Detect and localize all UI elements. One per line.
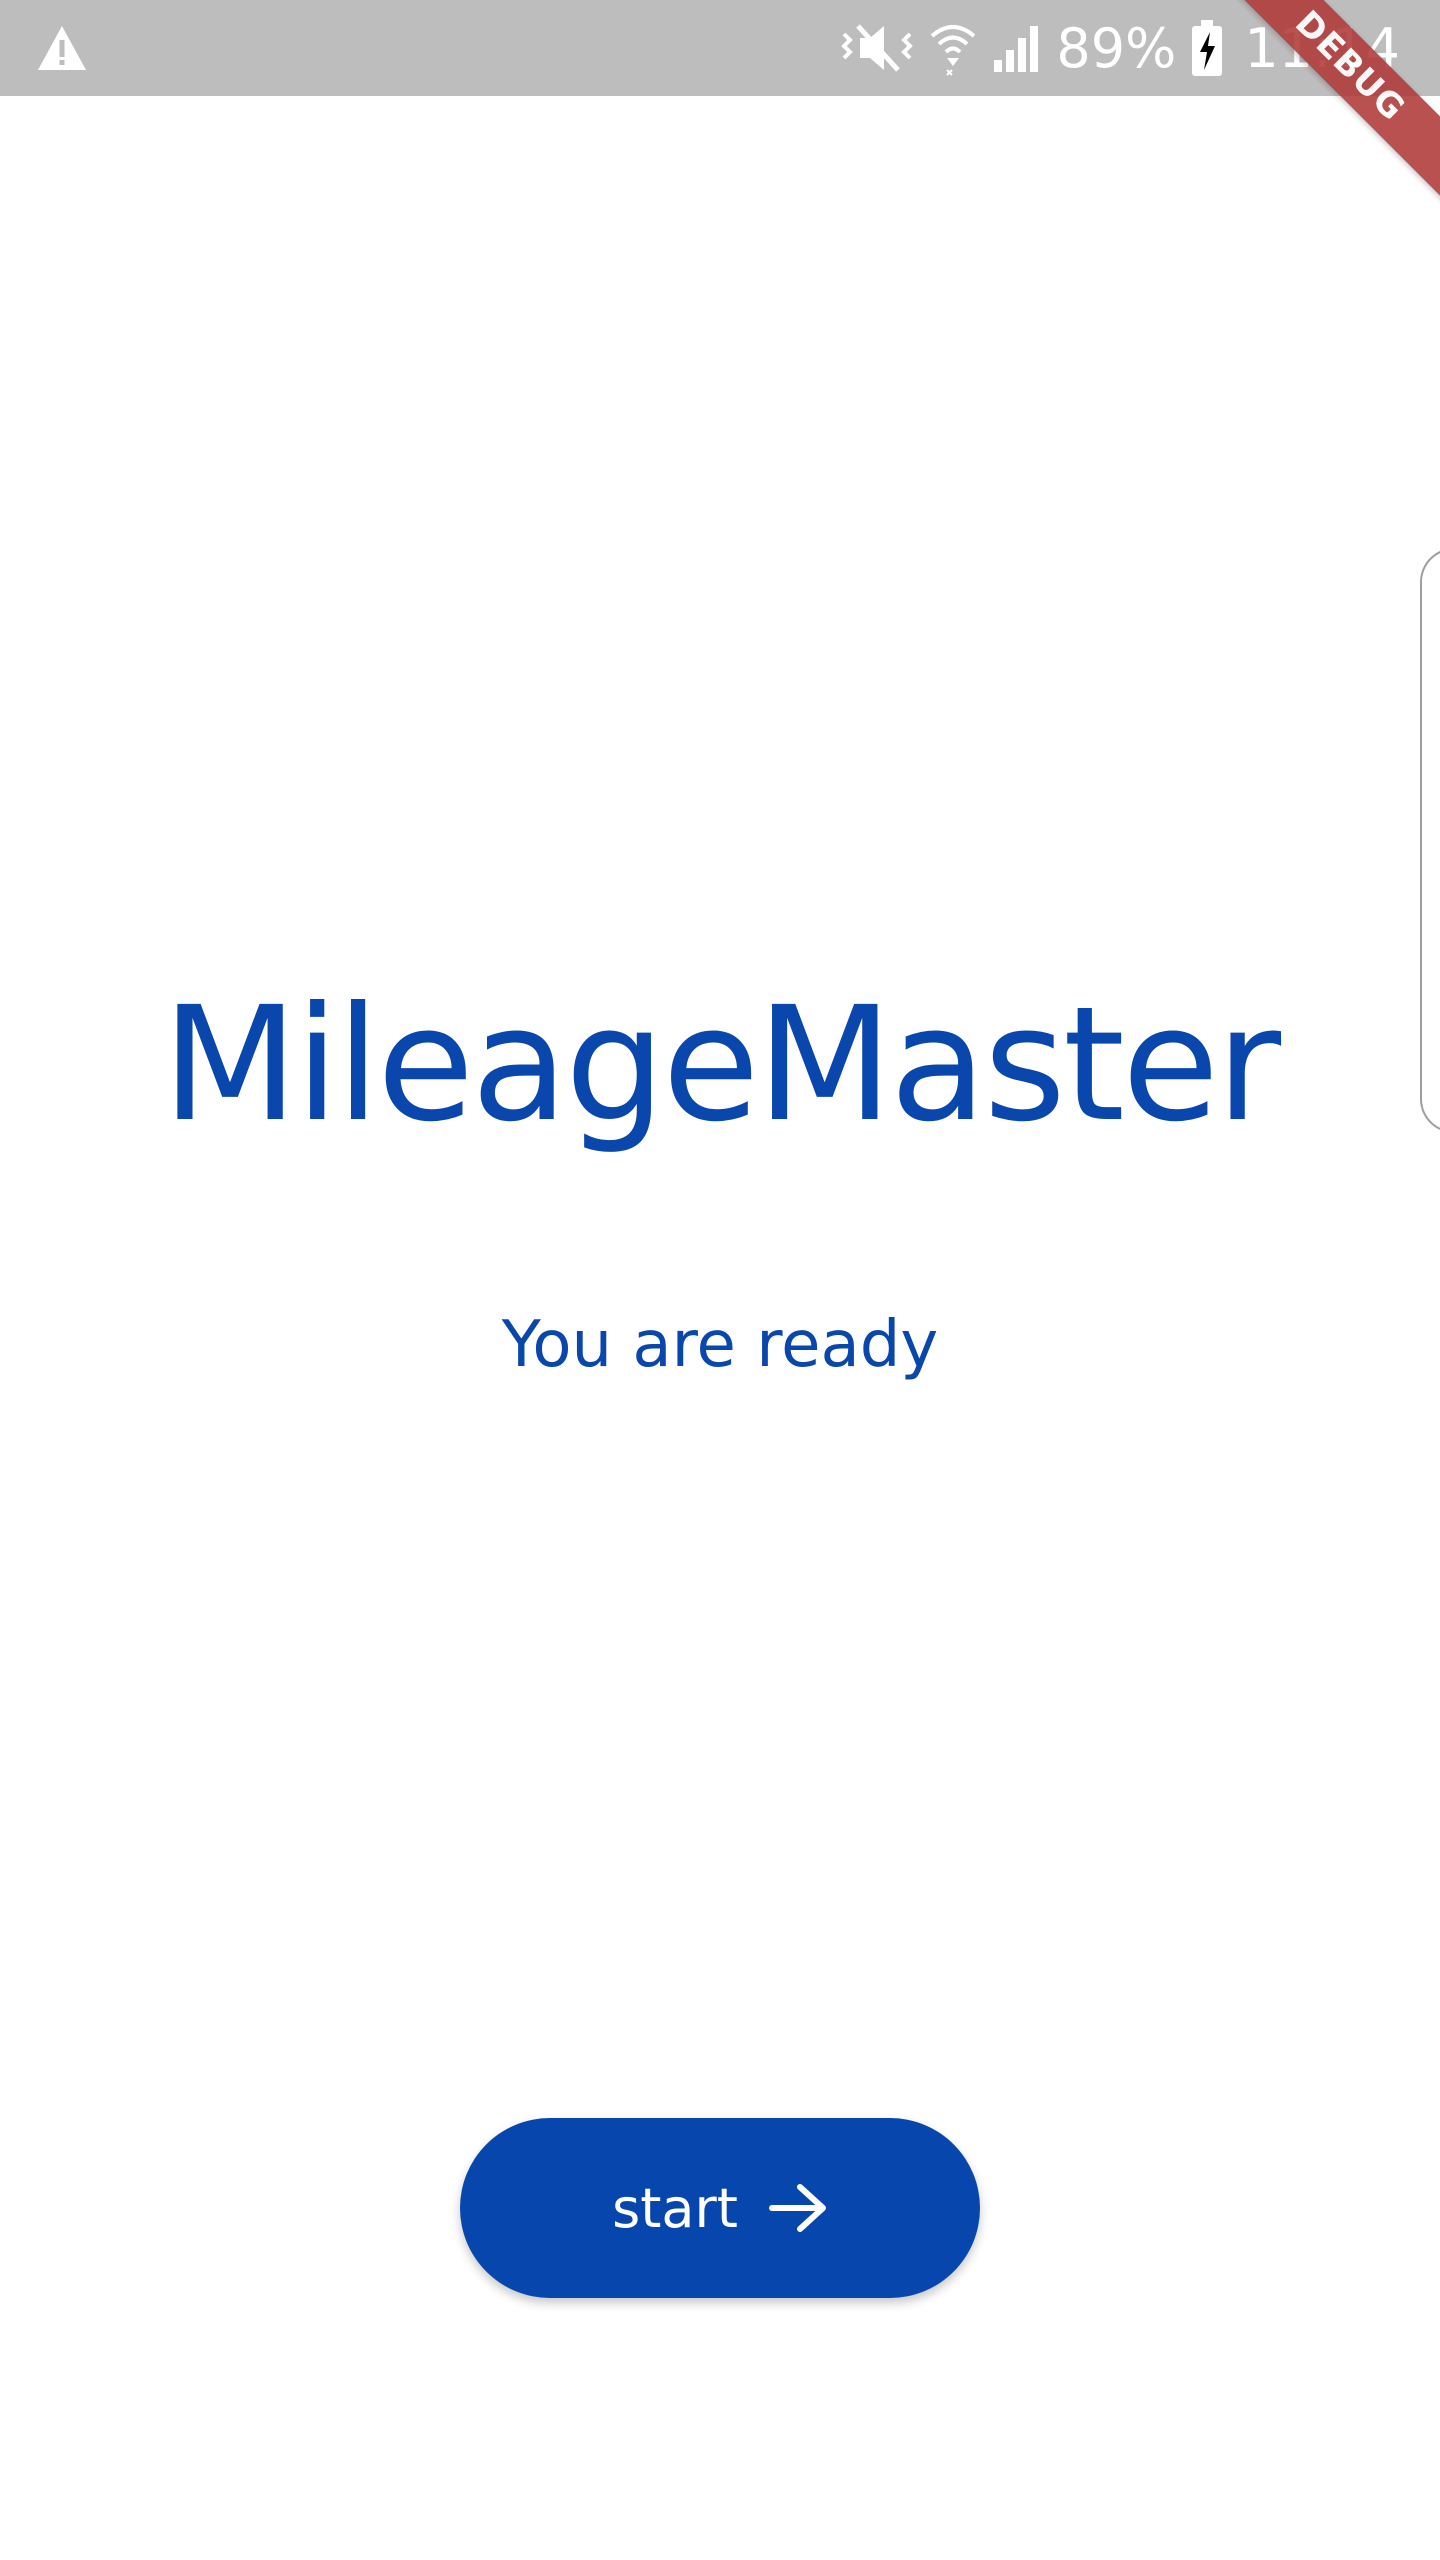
- status-bar: 89% 11:14: [0, 0, 1440, 96]
- battery-charging-icon: [1192, 20, 1223, 76]
- wifi-icon: [931, 25, 976, 76]
- start-button[interactable]: start: [460, 2118, 980, 2298]
- vibrate-mute-icon: [841, 24, 914, 72]
- app-title: MileageMaster: [161, 973, 1281, 1157]
- warning-icon: [38, 26, 86, 70]
- battery-percent: 89%: [1056, 16, 1177, 80]
- signal-icon: [994, 26, 1039, 72]
- arrow-right-icon: [768, 2184, 826, 2232]
- start-button-label: start: [612, 2176, 738, 2240]
- ready-subtitle: You are ready: [501, 1308, 939, 1382]
- screen: 89% 11:14 DEBUG MileageMaster You are re…: [0, 0, 1440, 2560]
